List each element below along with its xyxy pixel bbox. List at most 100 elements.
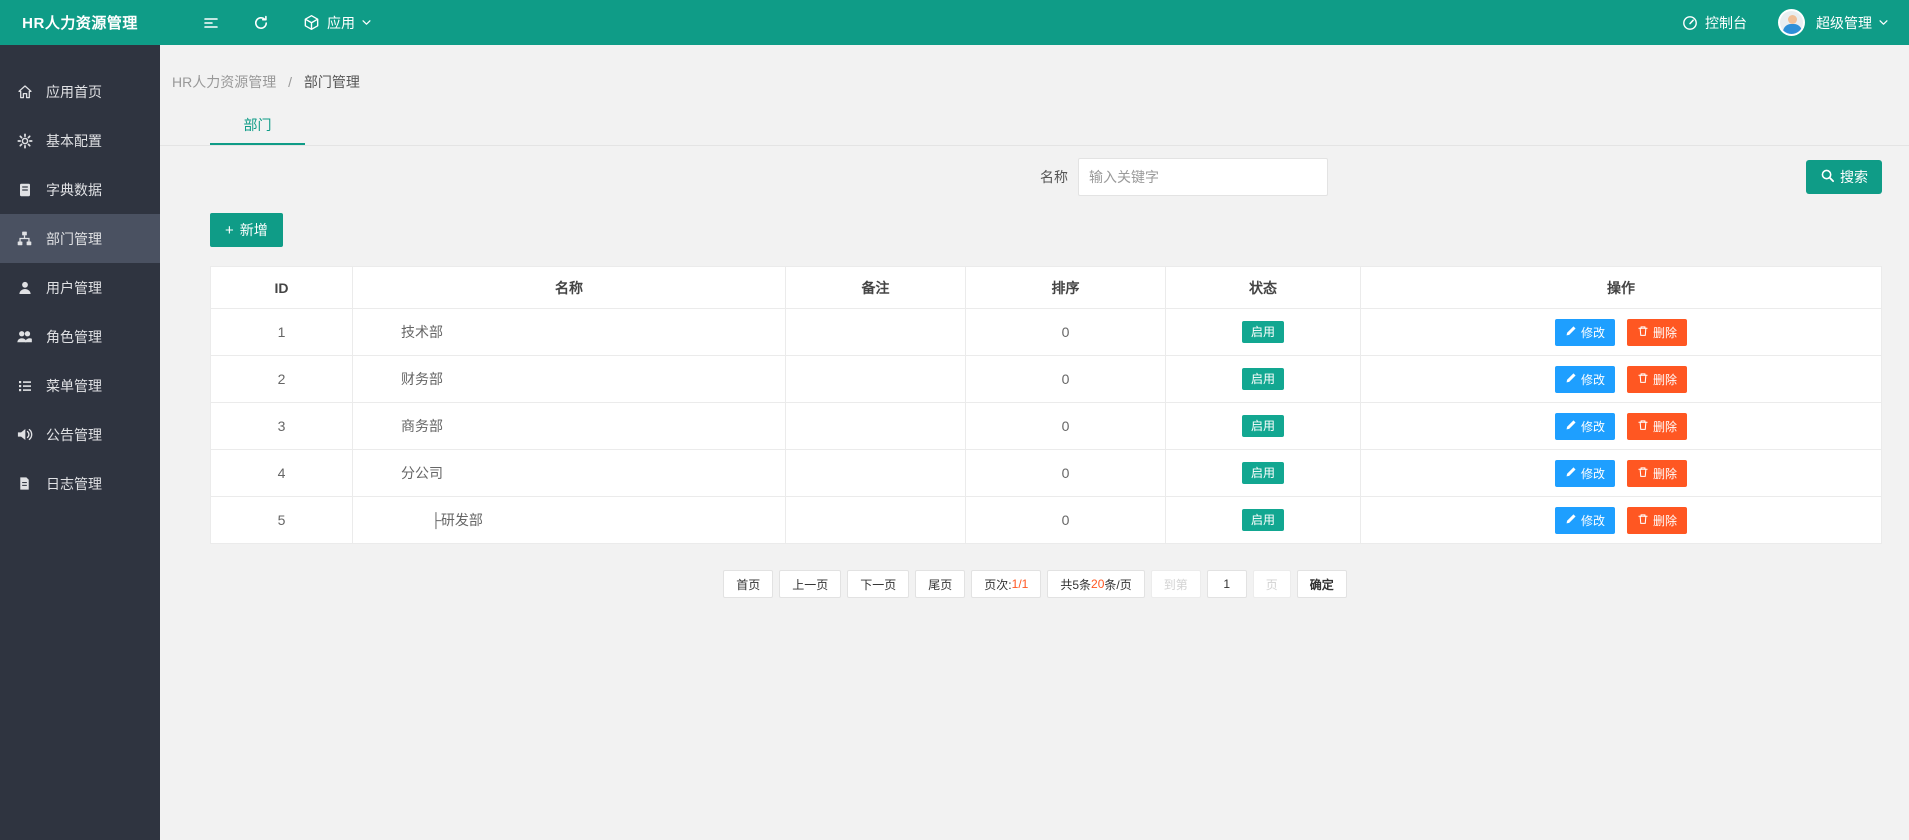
sidebar-item-speaker[interactable]: 公告管理 xyxy=(0,410,160,459)
console-button[interactable]: 控制台 xyxy=(1665,0,1764,45)
add-button[interactable]: + 新增 xyxy=(210,213,283,247)
cell-id: 4 xyxy=(210,449,353,497)
column-header-id: ID xyxy=(210,266,353,309)
app-cube-icon xyxy=(303,14,320,31)
sidebar-item-org[interactable]: 部门管理 xyxy=(0,214,160,263)
pagination-confirm-button[interactable]: 确定 xyxy=(1296,570,1347,598)
app-menu-dropdown[interactable]: 应用 xyxy=(286,0,389,45)
search-field-label: 名称 xyxy=(1040,169,1068,185)
plus-icon: + xyxy=(225,222,234,239)
cell-remark xyxy=(785,402,966,450)
pagination-jump-suffix: 页 xyxy=(1252,570,1291,598)
table-row: 2 财务部 0 启用 修改 删除 xyxy=(210,355,1882,403)
pencil-icon xyxy=(1565,419,1581,434)
speaker-icon xyxy=(16,426,33,443)
cell-remark xyxy=(785,308,966,356)
sidebar-item-book[interactable]: 字典数据 xyxy=(0,165,160,214)
table-row: 3 商务部 0 启用 修改 删除 xyxy=(210,402,1882,450)
cell-sort: 0 xyxy=(965,496,1166,544)
pagination-last[interactable]: 尾页 xyxy=(915,570,966,598)
breadcrumb-current: 部门管理 xyxy=(303,74,360,90)
cell-id: 3 xyxy=(210,402,353,450)
delete-button[interactable]: 删除 xyxy=(1626,318,1687,346)
sidebar-item-users[interactable]: 角色管理 xyxy=(0,312,160,361)
column-header-actions: 操作 xyxy=(1360,266,1882,309)
delete-button[interactable]: 删除 xyxy=(1626,412,1687,440)
refresh-icon xyxy=(253,15,269,31)
app-menu-label: 应用 xyxy=(327,14,355,31)
pencil-icon xyxy=(1565,513,1581,528)
cell-name: 财务部 xyxy=(352,355,786,403)
search-form: 名称 搜索 xyxy=(210,158,1882,196)
username-label: 超级管理 xyxy=(1816,14,1872,31)
edit-button[interactable]: 修改 xyxy=(1555,459,1616,487)
delete-button[interactable]: 删除 xyxy=(1626,506,1687,534)
status-badge: 启用 xyxy=(1241,509,1284,531)
tab-department[interactable]: 部门 xyxy=(210,106,305,145)
search-input[interactable] xyxy=(1078,158,1328,196)
org-icon xyxy=(16,230,33,247)
cell-sort: 0 xyxy=(965,402,1166,450)
user-avatar[interactable] xyxy=(1778,9,1805,36)
cell-sort: 0 xyxy=(965,449,1166,497)
sidebar-item-label: 日志管理 xyxy=(46,475,102,492)
users-icon xyxy=(16,328,33,345)
search-button[interactable]: 搜索 xyxy=(1806,160,1882,194)
pagination-prev[interactable]: 上一页 xyxy=(779,570,842,598)
navbar-right-tools: 控制台 超级管理 xyxy=(1665,0,1909,45)
cell-actions: 修改 删除 xyxy=(1360,402,1882,450)
edit-button[interactable]: 修改 xyxy=(1555,318,1616,346)
pagination-total-info: 共5条 20 条/页 xyxy=(1047,570,1145,598)
pencil-icon xyxy=(1565,372,1581,387)
cell-status: 启用 xyxy=(1165,355,1361,403)
delete-button[interactable]: 删除 xyxy=(1626,365,1687,393)
sidebar-item-gear[interactable]: 基本配置 xyxy=(0,116,160,165)
pagination-page-input[interactable] xyxy=(1206,570,1247,598)
cell-status: 启用 xyxy=(1165,308,1361,356)
sidebar-item-label: 基本配置 xyxy=(46,132,102,149)
chevron-down-icon xyxy=(1878,17,1889,28)
cell-name: 技术部 xyxy=(352,308,786,356)
cell-status: 启用 xyxy=(1165,402,1361,450)
cell-id: 2 xyxy=(210,355,353,403)
cell-id: 5 xyxy=(210,496,353,544)
collapse-menu-button[interactable] xyxy=(186,0,236,45)
breadcrumb-root[interactable]: HR人力资源管理 xyxy=(172,74,276,90)
delete-button[interactable]: 删除 xyxy=(1626,459,1687,487)
list-icon xyxy=(16,377,33,394)
sidebar-item-user[interactable]: 用户管理 xyxy=(0,263,160,312)
cell-remark xyxy=(785,496,966,544)
sidebar-item-label: 部门管理 xyxy=(46,230,102,247)
sidebar-item-label: 菜单管理 xyxy=(46,377,102,394)
sidebar-menu: 应用首页 基本配置 字典数据 部门管理 用户管理 角色管理 菜单管理 公告管理 … xyxy=(0,45,160,840)
table-row: 1 技术部 0 启用 修改 删除 xyxy=(210,308,1882,356)
sidebar-item-file[interactable]: 日志管理 xyxy=(0,459,160,508)
trash-icon xyxy=(1637,466,1653,481)
edit-button[interactable]: 修改 xyxy=(1555,506,1616,534)
sidebar-item-list[interactable]: 菜单管理 xyxy=(0,361,160,410)
refresh-button[interactable] xyxy=(236,0,286,45)
pagination-page-info: 页次: 1/1 xyxy=(971,570,1042,598)
pencil-icon xyxy=(1565,466,1581,481)
column-header-name: 名称 xyxy=(352,266,786,309)
edit-button[interactable]: 修改 xyxy=(1555,412,1616,440)
pagination-first[interactable]: 首页 xyxy=(723,570,774,598)
table-header-row: ID 名称 备注 排序 状态 操作 xyxy=(210,266,1882,309)
sidebar-item-home[interactable]: 应用首页 xyxy=(0,67,160,116)
pagination-jump-label: 到第 xyxy=(1150,570,1201,598)
cell-sort: 0 xyxy=(965,355,1166,403)
department-table: ID 名称 备注 排序 状态 操作 1 技术部 0 启用 修改 删除 2 财务部… xyxy=(210,266,1882,544)
table-row: 5 ├研发部 0 启用 修改 删除 xyxy=(210,496,1882,544)
navbar-left-tools: 应用 xyxy=(186,0,389,45)
trash-icon xyxy=(1637,325,1653,340)
table-toolbar: + 新增 xyxy=(210,213,1882,247)
status-badge: 启用 xyxy=(1241,462,1284,484)
home-icon xyxy=(16,83,33,100)
cell-remark xyxy=(785,355,966,403)
cell-name: 商务部 xyxy=(352,402,786,450)
edit-button[interactable]: 修改 xyxy=(1555,365,1616,393)
sidebar-item-label: 用户管理 xyxy=(46,279,102,296)
pagination-next[interactable]: 下一页 xyxy=(847,570,910,598)
user-menu-dropdown[interactable]: 超级管理 xyxy=(1814,0,1891,45)
breadcrumb-separator: / xyxy=(288,74,293,90)
